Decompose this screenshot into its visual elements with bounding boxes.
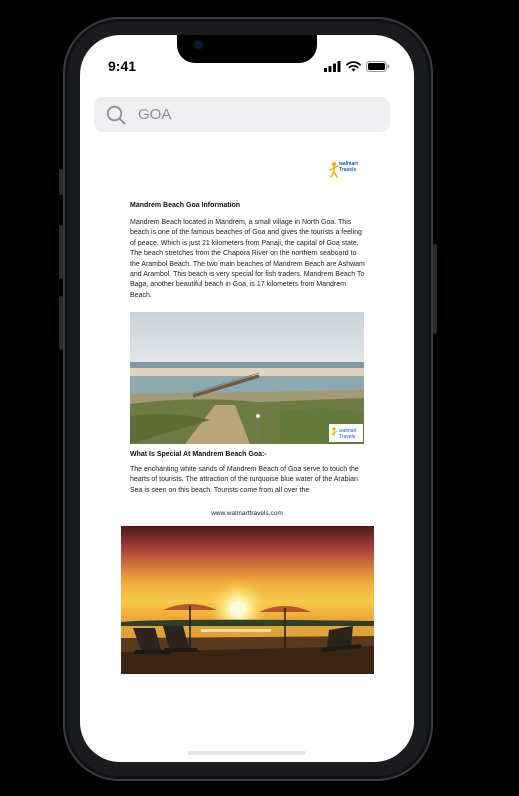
svg-text:Travels: Travels — [339, 434, 356, 440]
notch — [177, 35, 317, 63]
document-subheading: What Is Special At Mandrem Beach Goa:- — [130, 451, 267, 458]
walmart-travels-logo: walmart Travels — [329, 161, 365, 179]
signal-icon — [324, 61, 341, 72]
document-paragraph-special: The enchanting white sands of Mandrem Be… — [130, 466, 359, 494]
phone-screen: 9:41 wal — [80, 35, 414, 762]
sunset-beach-umbrellas-photo — [121, 526, 374, 674]
status-icons — [324, 61, 390, 72]
battery-icon — [366, 61, 390, 72]
document-paragraph-intro: Mandrem Beach located in Mandrem, a smal… — [130, 219, 365, 299]
status-time: 9:41 — [108, 58, 137, 74]
wifi-icon — [346, 61, 361, 72]
volume-down-button — [59, 296, 63, 350]
search-input[interactable] — [136, 105, 380, 124]
power-button — [433, 244, 437, 334]
search-bar[interactable] — [94, 97, 390, 132]
front-camera — [194, 41, 202, 49]
mandrem-beach-bridge-photo: walmart Travels — [130, 312, 364, 444]
mute-switch — [59, 169, 63, 195]
volume-up-button — [59, 225, 63, 279]
document-footer-url: www.walmarttravels.com — [211, 510, 283, 517]
home-indicator[interactable] — [188, 751, 306, 755]
document-heading: Mandrem Beach Goa Information — [130, 202, 241, 209]
search-icon — [106, 105, 126, 125]
